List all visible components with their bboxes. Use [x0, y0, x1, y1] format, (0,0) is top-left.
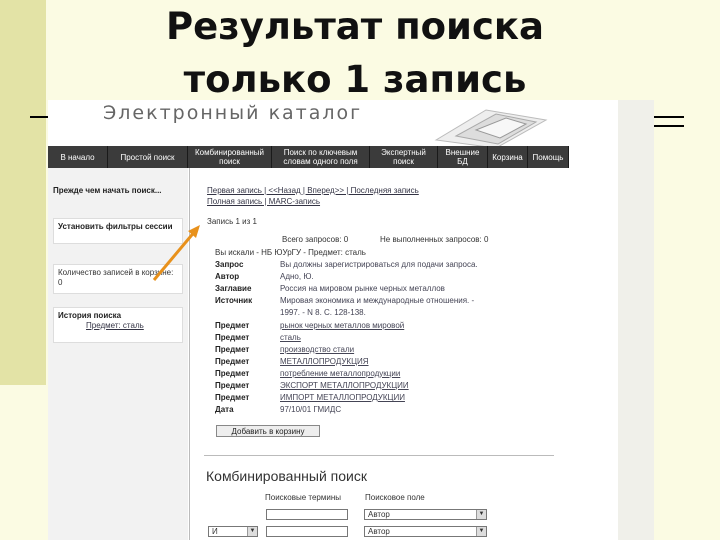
left-decor-band — [0, 0, 46, 385]
search-field-select-2-value: Автор — [368, 527, 390, 536]
record-field-value: 97/10/01 ГМИДС — [280, 405, 342, 415]
nav-simple-search[interactable]: Простой поиск — [108, 146, 188, 168]
record-field-value: Россия на мировом рынке черных металлов — [280, 284, 445, 294]
record-field-value[interactable]: рынок черных металлов мировой — [280, 321, 404, 330]
record-field-label: Дата — [215, 405, 234, 415]
pointer-arrow-icon — [152, 225, 200, 281]
nav-home[interactable]: В начало — [48, 146, 108, 168]
nav-expert-search[interactable]: Экспертный поиск — [370, 146, 438, 168]
record-field-label: Автор — [215, 272, 240, 282]
record-field-value: 1997. - N 8. C. 128-138. — [280, 308, 366, 318]
search-term-input-1[interactable] — [266, 509, 348, 520]
record-field-value: Адно, Ю. — [280, 272, 314, 282]
record-field-label: Заглавие — [215, 284, 252, 294]
nav-combined-search[interactable]: Комбинированный поиск — [188, 146, 272, 168]
search-term-input-2[interactable] — [266, 526, 348, 537]
search-field-select-2[interactable]: Автор ▼ — [364, 526, 487, 537]
section-divider — [204, 455, 554, 456]
record-format-links[interactable]: Полная запись | MARC-запись — [207, 197, 320, 206]
record-field-label: Предмет — [215, 368, 250, 378]
combined-search-title: Комбинированный поиск — [206, 468, 367, 484]
chevron-down-icon: ▼ — [476, 510, 486, 519]
record-field-value[interactable]: ЭКСПОРТ МЕТАЛЛОПРОДУКЦИИ — [280, 381, 409, 390]
record-field-label: Предмет — [215, 356, 250, 366]
search-history-box: История поиска Предмет: сталь — [53, 307, 183, 343]
search-info: Вы искали - НБ ЮУрГУ - Предмет: сталь — [215, 248, 366, 257]
record-field-value: Мировая экономика и международные отноше… — [280, 296, 475, 306]
record-navigation-links[interactable]: Первая запись | <<Назад | Вперед>> | Пос… — [207, 186, 419, 195]
nav-keyword-search[interactable]: Поиск по ключевым словам одного поля — [272, 146, 370, 168]
catalog-screenshot: Электронный каталог В начало Простой пои… — [48, 100, 654, 540]
search-field-header: Поисковое поле — [365, 493, 425, 502]
catalog-logo-icon — [434, 109, 548, 148]
decor-line-left — [30, 116, 50, 118]
record-number: Запись 1 из 1 — [207, 217, 257, 226]
record-field-label: Предмет — [215, 332, 250, 342]
search-field-select-1[interactable]: Автор ▼ — [364, 509, 487, 520]
record-field-value: Вы должны зарегистрироваться для подачи … — [280, 260, 478, 269]
record-field-value[interactable]: потребление металлопродукции — [280, 369, 400, 378]
record-field-label: Предмет — [215, 381, 250, 390]
add-to-cart-button[interactable]: Добавить в корзину — [216, 425, 320, 437]
record-field-label: Источник — [215, 296, 253, 306]
nav-help[interactable]: Помощь — [528, 146, 569, 168]
record-field-label: Предмет — [215, 344, 250, 354]
record-field-value[interactable]: ИМПОРТ МЕТАЛЛОПРОДУКЦИИ — [280, 393, 405, 402]
search-terms-header: Поисковые термины — [265, 493, 341, 502]
search-history-title: История поиска — [58, 311, 122, 320]
nav-cart[interactable]: Корзина — [488, 146, 528, 168]
record-field-label: Предмет — [215, 320, 250, 330]
boolean-operator-value: И — [212, 527, 218, 536]
record-field-value[interactable]: сталь — [280, 333, 301, 342]
boolean-operator-select[interactable]: И ▼ — [208, 526, 258, 537]
decor-line-right-2 — [654, 125, 684, 127]
unfulfilled-requests: Не выполненных запросов: 0 — [380, 235, 489, 244]
decor-line-right — [654, 116, 684, 118]
slide-title: Результат поиска только 1 запись — [166, 5, 544, 101]
history-item[interactable]: Предмет: сталь — [58, 321, 144, 330]
page-right-margin — [618, 100, 654, 540]
chevron-down-icon: ▼ — [247, 527, 257, 536]
main-nav: В начало Простой поиск Комбинированный п… — [48, 146, 569, 168]
record-field-label: Запрос — [215, 260, 244, 269]
results-content: Первая запись | <<Назад | Вперед>> | Пос… — [190, 168, 570, 540]
search-field-select-1-value: Автор — [368, 510, 390, 519]
sidebar-header[interactable]: Прежде чем начать поиск... — [53, 186, 163, 196]
total-requests: Всего запросов: 0 — [282, 235, 349, 244]
record-field-value[interactable]: производство стали — [280, 345, 354, 354]
record-field-value[interactable]: МЕТАЛЛОПРОДУКЦИЯ — [280, 357, 369, 366]
catalog-title: Электронный каталог — [103, 102, 363, 124]
nav-external-db[interactable]: Внешние БД — [438, 146, 488, 168]
record-field-label: Предмет — [215, 393, 250, 403]
chevron-down-icon: ▼ — [476, 527, 486, 536]
